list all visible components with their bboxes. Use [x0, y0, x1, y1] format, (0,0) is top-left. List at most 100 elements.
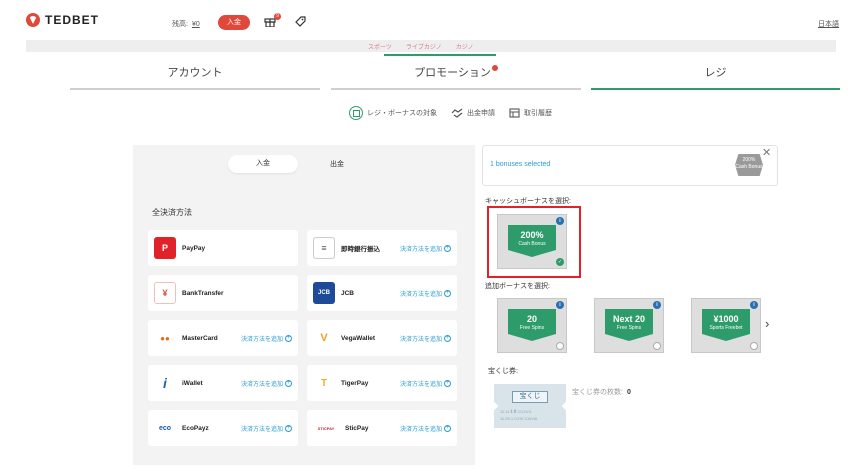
language-selector[interactable]: 日本語 — [818, 19, 839, 29]
add-payment-method-link[interactable]: 決済方法を追加 + — [400, 424, 451, 433]
vegawallet-icon: V — [313, 327, 335, 349]
balance-label: 残高: — [172, 21, 188, 28]
payment-method-ecopayz[interactable]: eco EcoPayz 決済方法を追加 + — [148, 410, 298, 446]
payment-method-iwallet[interactable]: i iWallet 決済方法を追加 + — [148, 365, 298, 401]
add-payment-method-text: 決済方法を追加 — [240, 381, 283, 388]
subnav-link-sports[interactable]: スポーツ — [368, 42, 392, 51]
promotion-notification-dot — [491, 65, 498, 71]
bonus-amount: Next 20 — [612, 314, 646, 324]
plus-circle-icon: + — [444, 289, 451, 297]
tab-cashier[interactable]: レジ — [591, 62, 840, 90]
plus-circle-icon: + — [285, 334, 292, 342]
subnav-underline — [384, 54, 496, 56]
tab-cashier-label: レジ — [704, 67, 727, 79]
cash-bonus-label: キャッシュボーナスを選択: — [485, 198, 571, 205]
cashier-icon — [349, 106, 363, 120]
bonus-amount: ¥1000 — [713, 314, 739, 324]
info-icon[interactable]: i — [750, 301, 758, 309]
lottery-ticket-count: 宝くじ券の枚数: 0 — [572, 387, 631, 397]
subnav-link-live-casino[interactable]: ライブカジノ — [406, 42, 442, 51]
close-icon[interactable]: ✕ — [762, 146, 771, 159]
lottery-ticket-title: 宝くじ — [512, 391, 548, 403]
add-payment-method-text: 決済方法を追加 — [399, 426, 442, 433]
add-payment-method-text: 決済方法を追加 — [399, 246, 442, 253]
logo-icon — [26, 13, 40, 27]
payment-method-name: SticPay — [345, 424, 369, 432]
top-header: TEDBET 残高: ¥0 入金 9 日本語 — [0, 0, 861, 40]
bonuses-selected-text: 1 bonuses selected — [490, 161, 551, 168]
tab-promotion[interactable]: プロモーション — [331, 62, 581, 90]
subtab-transaction-history-label: 取引履歴 — [524, 110, 552, 117]
tab-underline — [70, 88, 320, 90]
info-icon[interactable]: i — [653, 301, 661, 309]
add-payment-method-link[interactable]: 決済方法を追加 + — [241, 334, 292, 343]
plus-circle-icon: + — [444, 244, 451, 252]
add-payment-method-text: 決済方法を追加 — [399, 336, 442, 343]
add-payment-method-link[interactable]: 決済方法を追加 + — [400, 379, 451, 388]
payment-method-mastercard[interactable]: ●● MasterCard 決済方法を追加 + — [148, 320, 298, 356]
tag-icon[interactable] — [294, 16, 306, 28]
payment-method-name: PayPay — [182, 244, 206, 252]
extra-bonus-card[interactable]: ¥1000 Sports Freebet i — [691, 298, 761, 353]
extra-bonus-card[interactable]: 20 Free Spins i — [497, 298, 567, 353]
plus-circle-icon: + — [444, 379, 451, 387]
jcb-icon: JCB — [313, 282, 335, 304]
header-deposit-button[interactable]: 入金 — [218, 15, 250, 30]
tab-account-label: アカウント — [167, 67, 223, 79]
gift-notification-badge: 9 — [274, 13, 281, 20]
selected-bonus-thumbnail: 200% Cash Bonus — [735, 154, 763, 176]
tedbet-logo[interactable]: TEDBET — [26, 13, 99, 27]
payment-method-name: JCB — [341, 289, 355, 297]
ticket-serial-line: 11.29.1 CXVI CXIVIII — [500, 416, 538, 421]
deposit-toggle-button[interactable]: 入金 — [228, 155, 298, 173]
subtab-transaction-history[interactable]: 取引履歴 — [509, 108, 552, 118]
bonus-type: Free Spins — [519, 325, 545, 331]
payment-method-instant-bank[interactable]: ≡ 即時銀行振込 決済方法を追加 + — [307, 230, 457, 266]
subnav-link-casino[interactable]: カジノ — [456, 42, 474, 51]
bonus-amount: 200% — [520, 230, 544, 240]
bonus-badge: Next 20 Free Spins — [605, 309, 653, 341]
payment-method-jcb[interactable]: JCB JCB 決済方法を追加 + — [307, 275, 457, 311]
bonus-badge: ¥1000 Sports Freebet — [702, 309, 750, 341]
checkmark-icon: ✓ — [556, 258, 564, 266]
unselected-radio-icon — [653, 342, 661, 350]
withdraw-toggle-button[interactable]: 出金 — [330, 159, 344, 169]
chevron-right-icon[interactable]: › — [765, 316, 769, 331]
add-payment-method-link[interactable]: 決済方法を追加 + — [400, 244, 451, 253]
add-payment-method-link[interactable]: 決済方法を追加 + — [241, 379, 292, 388]
unselected-radio-icon — [750, 342, 758, 350]
payment-method-tigerpay[interactable]: T TigerPay 決済方法を追加 + — [307, 365, 457, 401]
bonus-amount: 20 — [526, 314, 537, 324]
payment-method-name: iWallet — [182, 379, 203, 387]
extra-bonus-card[interactable]: Next 20 Free Spins i — [594, 298, 664, 353]
bonus-type: Sports Freebet — [709, 325, 743, 331]
all-payment-methods-title: 全決済方法 — [152, 208, 192, 217]
bonus-badge: 20 Free Spins — [508, 309, 556, 341]
add-payment-method-text: 決済方法を追加 — [399, 381, 442, 388]
iwallet-icon: i — [154, 372, 176, 394]
tab-account[interactable]: アカウント — [70, 62, 320, 90]
payment-method-name: TigerPay — [341, 379, 369, 387]
subtab-withdraw-request[interactable]: 出金申請 — [451, 108, 495, 118]
add-payment-method-link[interactable]: 決済方法を追加 + — [400, 334, 451, 343]
lottery-count-value: 0 — [626, 389, 631, 396]
sticpay-icon: STICPAY — [313, 417, 339, 439]
payment-method-paypay[interactable]: P PayPay — [148, 230, 298, 266]
payment-method-banktransfer[interactable]: ¥ BankTransfer — [148, 275, 298, 311]
subtab-cashier-bonus[interactable]: レジ・ボーナスの対象 — [349, 106, 437, 120]
add-payment-method-text: 決済方法を追加 — [240, 336, 283, 343]
mini-bonus-top: 200% — [742, 157, 756, 163]
payment-method-vegawallet[interactable]: V VegaWallet 決済方法を追加 + — [307, 320, 457, 356]
cash-bonus-card[interactable]: 200% Cash Bonus i ✓ — [497, 214, 567, 269]
add-payment-method-link[interactable]: 決済方法を追加 + — [241, 424, 292, 433]
add-payment-method-link[interactable]: 決済方法を追加 + — [400, 289, 451, 298]
sub-navigation-links: スポーツ ライブカジノ カジノ — [368, 42, 474, 51]
payment-method-sticpay[interactable]: STICPAY SticPay 決済方法を追加 + — [307, 410, 457, 446]
info-icon[interactable]: i — [556, 301, 564, 309]
tab-underline — [331, 88, 581, 90]
info-icon[interactable]: i — [556, 217, 564, 225]
history-icon — [509, 108, 520, 118]
logo-text: TEDBET — [45, 13, 99, 27]
bonus-type: Cash Bonus — [518, 241, 546, 247]
extra-bonus-label: 追加ボーナスを選択: — [485, 283, 550, 290]
